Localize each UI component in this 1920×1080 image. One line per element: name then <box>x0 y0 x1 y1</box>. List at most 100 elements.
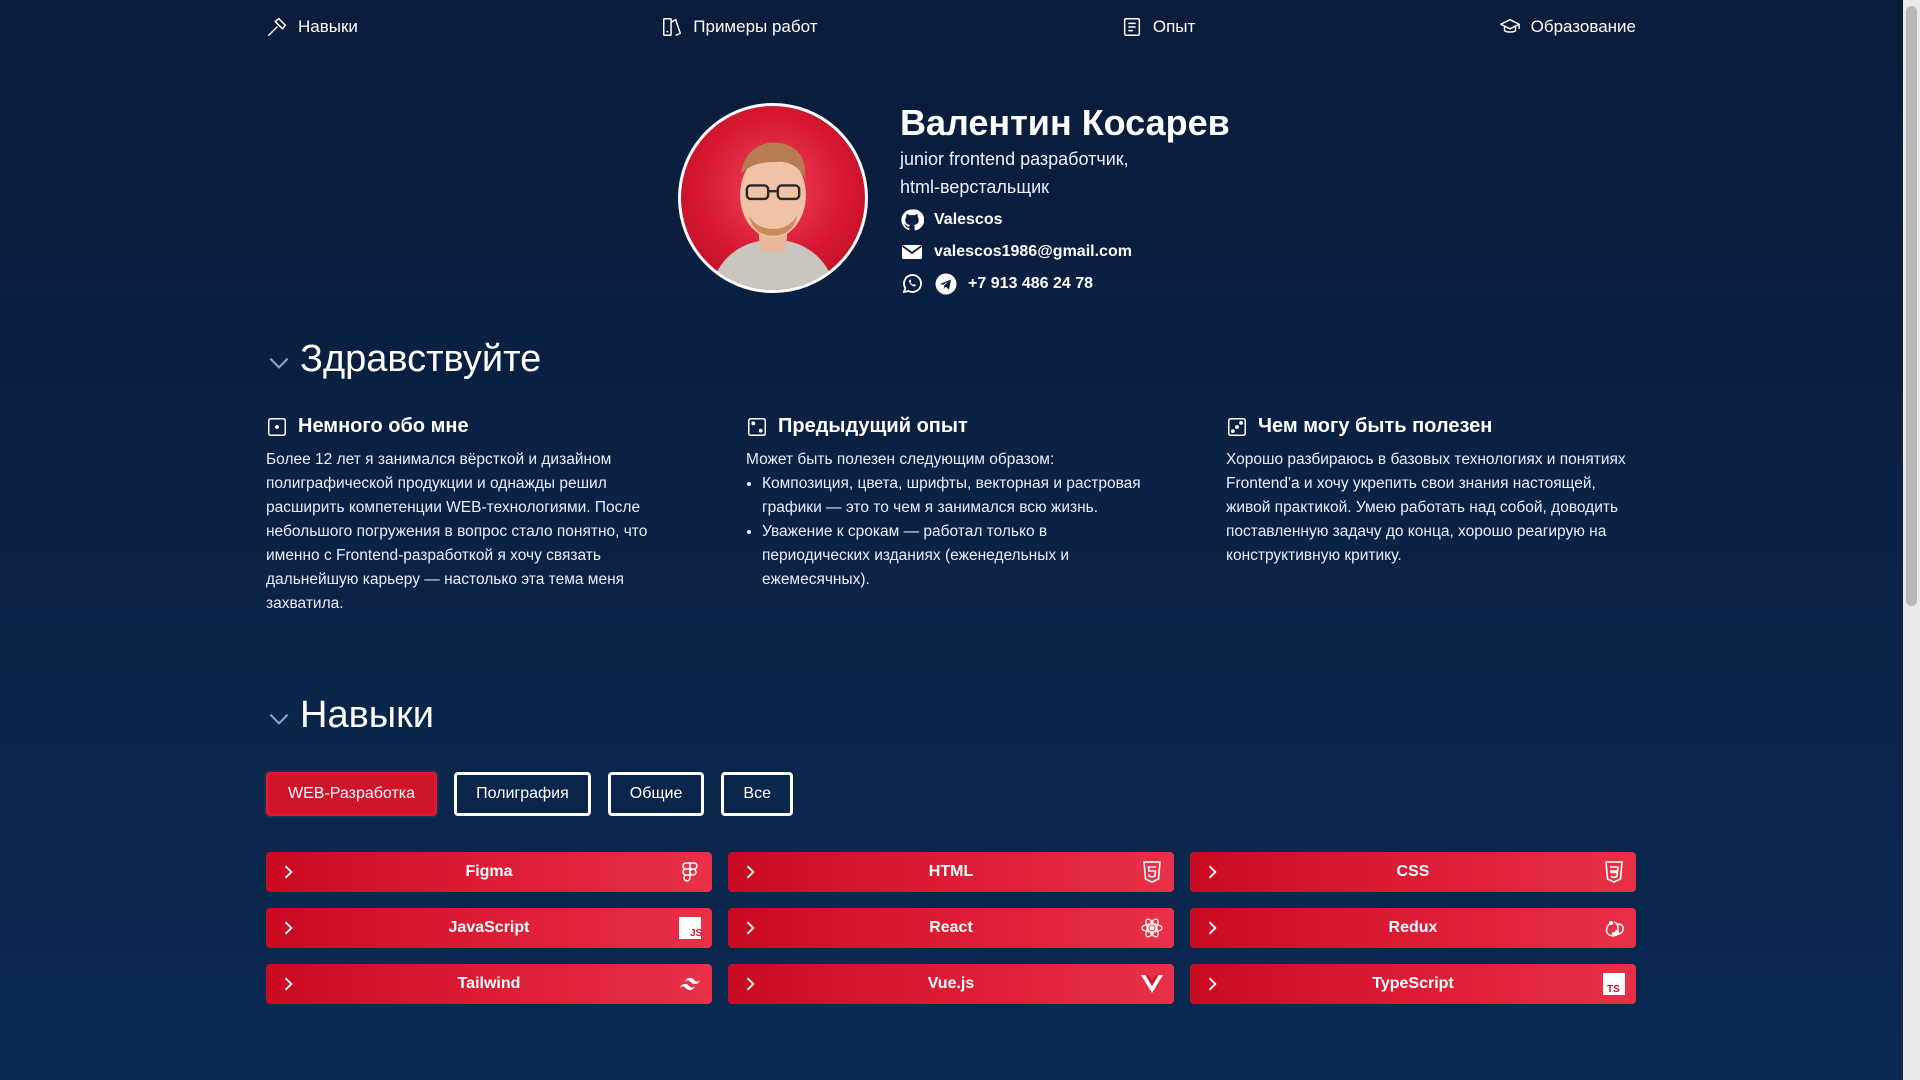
figma-icon <box>682 862 698 882</box>
hammer-icon <box>268 18 286 36</box>
person-name: Валентин Косарев <box>900 102 1230 143</box>
svg-text:JS: JS <box>690 928 702 939</box>
experience-list: Композиция, цвета, шрифты, векторная и р… <box>746 472 1156 592</box>
skill-html[interactable]: HTML <box>728 852 1174 892</box>
role-line-1: junior frontend разработчик, <box>900 149 1129 169</box>
skills-title: Навыки <box>300 694 434 736</box>
vue-icon <box>1141 975 1163 993</box>
telegram-icon[interactable] <box>934 272 958 296</box>
chevron-right-icon <box>284 921 293 935</box>
col-2-header: Предыдущий опыт <box>746 415 1156 438</box>
skill-label: Redux <box>1388 919 1438 936</box>
skill-figma[interactable]: Figma <box>266 852 712 892</box>
skill-label: JavaScript <box>448 919 530 936</box>
role-line-2: html-верстальщик <box>900 177 1050 197</box>
chevron-right-icon <box>746 865 755 879</box>
github-contact[interactable]: Valescos <box>900 207 1230 233</box>
skill-vue[interactable]: Vue.js <box>728 964 1174 1004</box>
skill-label: Vue.js <box>927 975 975 992</box>
email-contact[interactable]: valescos1986@gmail.com <box>900 239 1230 265</box>
nav-portfolio-label: Примеры работ <box>693 17 818 36</box>
document-icon <box>1123 18 1140 36</box>
about-col-3: Чем могу быть полезен Хорошо разбираюсь … <box>1226 415 1636 616</box>
chevron-right-icon <box>1208 865 1217 879</box>
tab-polygraphy[interactable]: Полиграфия <box>454 772 591 816</box>
dice-two-icon <box>748 417 766 436</box>
javascript-icon: JS <box>679 917 702 939</box>
portfolio-icon <box>663 18 682 36</box>
skill-react[interactable]: React <box>728 908 1174 948</box>
skill-label: React <box>929 919 973 936</box>
dice-one-icon <box>268 417 286 436</box>
tailwind-icon <box>680 978 700 990</box>
top-nav: Навыки Примеры работ Опыт Образование <box>266 14 1636 40</box>
chevron-right-icon <box>746 921 755 935</box>
skills-grid: Figma HTML CSS JavaScript JS React Redux… <box>266 852 1636 1004</box>
chevron-down-icon <box>269 357 289 369</box>
phone-contact[interactable]: +7 913 486 24 78 <box>900 271 1230 297</box>
about-col-2: Предыдущий опыт Может быть полезен следу… <box>746 415 1156 616</box>
skills-section-title[interactable]: Навыки <box>266 694 434 737</box>
col-1-title: Немного обо мне <box>298 415 469 437</box>
svg-text:TS: TS <box>1607 984 1620 995</box>
profile-hero: Валентин Косарев junior frontend разрабо… <box>678 103 1318 303</box>
html5-icon <box>1143 861 1161 883</box>
email-address: valescos1986@gmail.com <box>934 243 1132 260</box>
avatar <box>678 103 868 293</box>
graduation-cap-icon <box>1499 18 1520 33</box>
about-col-1: Немного обо мне Более 12 лет я занимался… <box>266 415 676 616</box>
page: Навыки Примеры работ Опыт Образование Ва… <box>266 0 1636 1080</box>
chevron-right-icon <box>746 977 755 991</box>
col-3-text: Хорошо разбираюсь в базовых технологиях … <box>1226 451 1626 564</box>
skill-javascript[interactable]: JavaScript JS <box>266 908 712 948</box>
col-3-header: Чем могу быть полезен <box>1226 415 1636 438</box>
col-1-header: Немного обо мне <box>266 415 676 438</box>
skill-tailwind[interactable]: Tailwind <box>266 964 712 1004</box>
mail-icon <box>901 245 923 259</box>
chevron-right-icon <box>284 865 293 879</box>
chevron-right-icon <box>1208 921 1217 935</box>
css3-icon <box>1605 861 1623 883</box>
col-1-text: Более 12 лет я занимался вёрсткой и диза… <box>266 451 648 612</box>
col-3-title: Чем могу быть полезен <box>1258 415 1493 437</box>
skills-tabs: WEB-Разработка Полиграфия Общие Все <box>266 772 793 816</box>
col-2-title: Предыдущий опыт <box>778 415 968 437</box>
nav-experience[interactable]: Опыт <box>1121 16 1195 38</box>
nav-portfolio[interactable]: Примеры работ <box>661 16 818 38</box>
skill-label: Tailwind <box>457 975 521 992</box>
list-item: Композиция, цвета, шрифты, векторная и р… <box>762 472 1156 520</box>
skill-label: TypeScript <box>1372 975 1454 992</box>
github-username: Valescos <box>934 211 1003 228</box>
hello-section-title[interactable]: Здравствуйте <box>266 338 541 381</box>
react-icon <box>1141 918 1163 938</box>
scrollbar-thumb[interactable] <box>1906 6 1917 606</box>
chevron-right-icon <box>284 977 293 991</box>
skill-css[interactable]: CSS <box>1190 852 1636 892</box>
vertical-scrollbar[interactable] <box>1903 0 1920 1080</box>
nav-education[interactable]: Образование <box>1499 16 1636 38</box>
whatsapp-icon[interactable] <box>900 272 924 296</box>
nav-education-label: Образование <box>1530 17 1636 36</box>
skill-label: CSS <box>1396 863 1430 880</box>
tab-web-development[interactable]: WEB-Разработка <box>266 772 438 816</box>
typescript-icon: TS <box>1603 973 1625 995</box>
skill-label: Figma <box>465 863 513 880</box>
chevron-down-icon <box>269 713 289 725</box>
portrait-image <box>710 142 836 290</box>
nav-skills[interactable]: Навыки <box>266 16 358 38</box>
profile-info: Валентин Косарев junior frontend разрабо… <box>900 103 1230 297</box>
dice-three-icon <box>1228 417 1246 436</box>
tab-general[interactable]: Общие <box>607 772 705 816</box>
github-icon <box>901 209 924 231</box>
skill-redux[interactable]: Redux <box>1190 908 1636 948</box>
skill-typescript[interactable]: TypeScript TS <box>1190 964 1636 1004</box>
nav-experience-label: Опыт <box>1152 17 1196 36</box>
phone-number: +7 913 486 24 78 <box>968 275 1094 292</box>
tab-all[interactable]: Все <box>721 772 793 816</box>
nav-skills-label: Навыки <box>298 17 358 36</box>
skill-label: HTML <box>928 863 974 880</box>
col-2-intro: Может быть полезен следующим образом: <box>746 451 1055 468</box>
hello-title: Здравствуйте <box>300 338 542 380</box>
about-columns: Немного обо мне Более 12 лет я занимался… <box>266 415 1636 616</box>
redux-icon <box>1605 920 1624 937</box>
